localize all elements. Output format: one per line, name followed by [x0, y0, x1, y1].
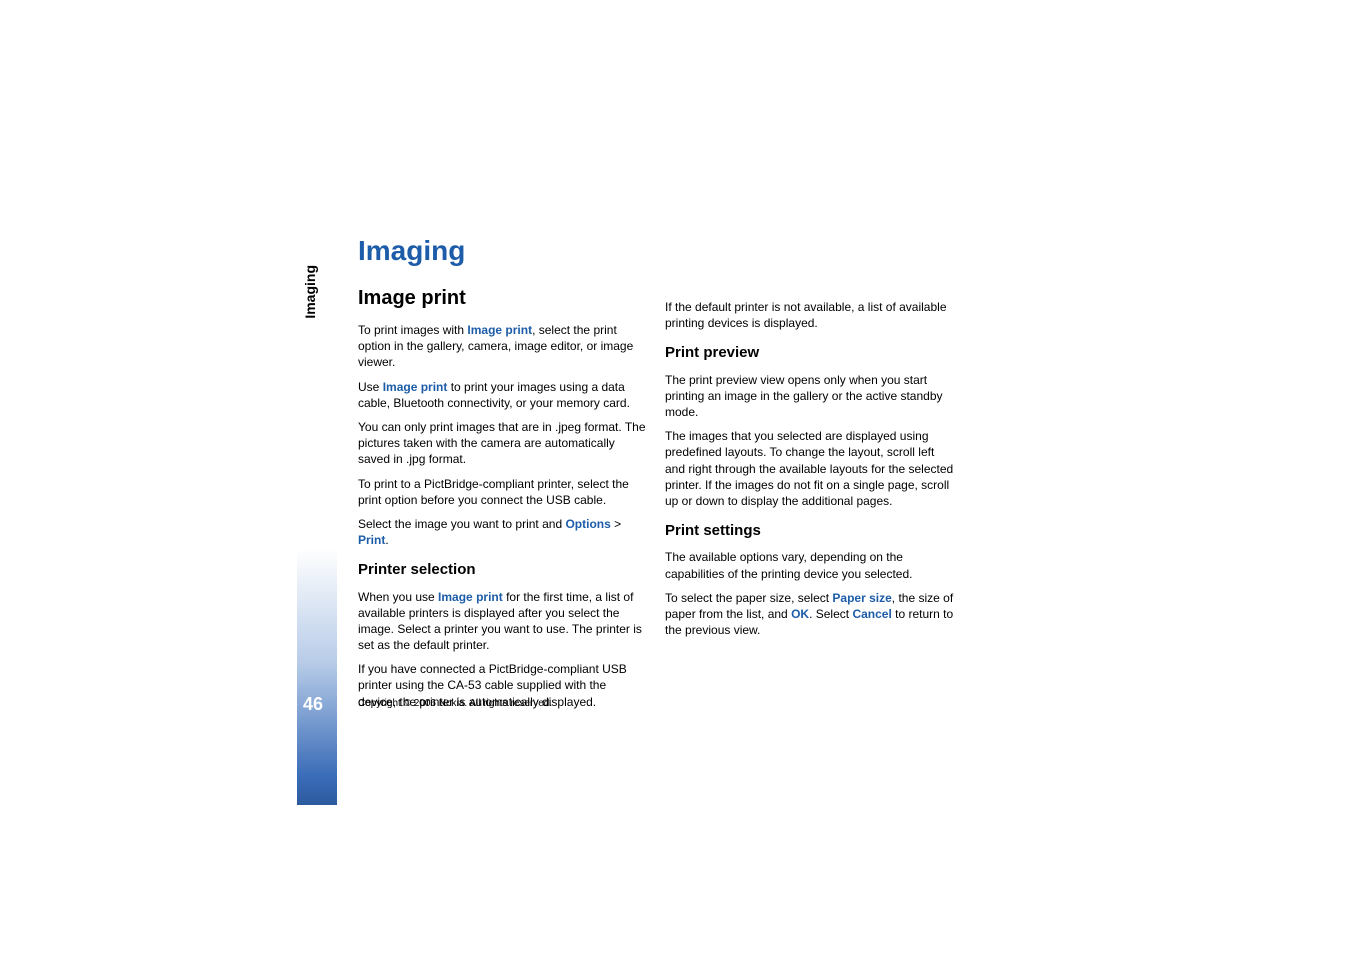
link-options[interactable]: Options	[565, 517, 610, 531]
paragraph: Use Image print to print your images usi…	[358, 379, 647, 411]
text-run: >	[611, 517, 621, 531]
page-number: 46	[303, 694, 323, 715]
sidebar-gradient	[297, 235, 337, 805]
text-run: To select the paper size, select	[665, 591, 832, 605]
paragraph: When you use Image print for the first t…	[358, 589, 647, 654]
link-print[interactable]: Print	[358, 533, 385, 547]
sidebar-label-text: Imaging	[302, 265, 318, 319]
copyright-text: Copyright © 2006 Nokia. All rights reser…	[358, 698, 552, 709]
link-paper-size[interactable]: Paper size	[832, 591, 891, 605]
link-cancel[interactable]: Cancel	[852, 607, 891, 621]
text-run: When you use	[358, 590, 438, 604]
paragraph: To print to a PictBridge-compliant print…	[358, 476, 647, 508]
page-title: Imaging	[358, 235, 465, 267]
sidebar-section-label: Imaging	[302, 211, 318, 265]
paragraph: The print preview view opens only when y…	[665, 372, 954, 421]
subheading-print-settings: Print settings	[665, 521, 954, 541]
paragraph: To select the paper size, select Paper s…	[665, 590, 954, 639]
paragraph: To print images with Image print, select…	[358, 322, 647, 371]
section-heading-image-print: Image print	[358, 285, 647, 312]
link-image-print[interactable]: Image print	[467, 323, 532, 337]
text-run: Select the image you want to print and	[358, 517, 565, 531]
paragraph: If the default printer is not available,…	[665, 299, 954, 331]
link-image-print[interactable]: Image print	[438, 590, 503, 604]
subheading-print-preview: Print preview	[665, 343, 954, 363]
text-run: .	[385, 533, 388, 547]
text-run: . Select	[809, 607, 852, 621]
paragraph: You can only print images that are in .j…	[358, 419, 647, 468]
paragraph: Select the image you want to print and O…	[358, 516, 647, 548]
paragraph: The available options vary, depending on…	[665, 549, 954, 581]
text-run: To print images with	[358, 323, 467, 337]
text-run: Use	[358, 380, 383, 394]
link-image-print[interactable]: Image print	[383, 380, 448, 394]
right-column: If the default printer is not available,…	[665, 285, 954, 646]
subheading-printer-selection: Printer selection	[358, 560, 647, 580]
paragraph: The images that you selected are display…	[665, 428, 954, 509]
left-column: Image print To print images with Image p…	[358, 285, 647, 718]
link-ok[interactable]: OK	[791, 607, 809, 621]
